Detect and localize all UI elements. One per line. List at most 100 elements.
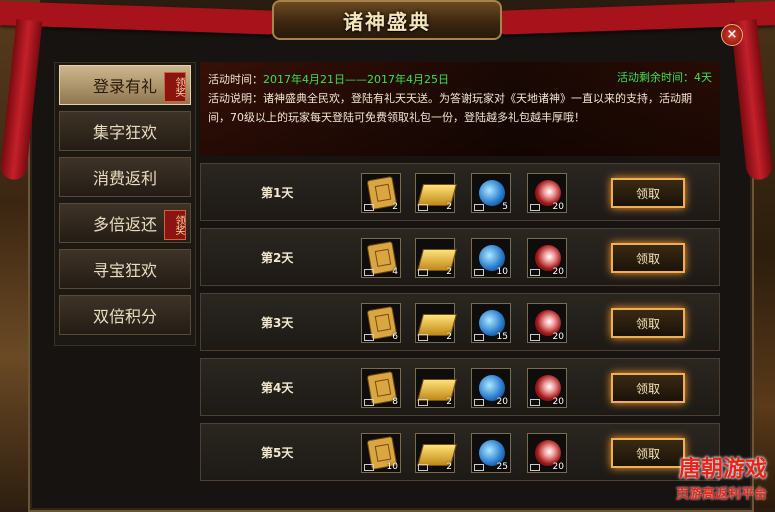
tab-label: 集字狂欢 — [92, 123, 157, 142]
watermark-line1: 唐朝游戏 — [678, 457, 767, 482]
item-slot[interactable]: 5 — [471, 173, 511, 213]
tab-label: 登录有礼 — [92, 77, 157, 96]
item-slot[interactable]: 6 — [361, 303, 401, 343]
item-count: 2 — [446, 397, 452, 407]
item-count: 5 — [502, 202, 508, 212]
reward-row: 第3天 6 2 15 20 领取 — [200, 293, 720, 351]
item-count: 15 — [496, 332, 508, 342]
tab-label: 消费返利 — [92, 169, 157, 188]
item-count: 20 — [552, 462, 564, 472]
day-label: 第5天 — [261, 446, 294, 460]
reward-row: 第5天 10 2 25 20 领取 — [200, 423, 720, 481]
event-banner: 活动时间：2017年4月21日——2017年4月25日 活动剩余时间：4天 活动… — [200, 62, 720, 156]
sidebar: 登录有礼 领奖 集字狂欢 消费返利 多倍返还 领奖 寻宝狂欢 双倍积分 — [54, 62, 196, 346]
event-desc-text: 诸神盛典全民欢，登陆有礼天天送。为答谢玩家对《天地诸神》一直以来的支持，活动期间… — [208, 92, 692, 124]
bind-icon — [364, 204, 374, 211]
bind-icon — [530, 464, 540, 471]
item-slot[interactable]: 20 — [527, 303, 567, 343]
bind-icon — [418, 204, 428, 211]
claim-button[interactable]: 领取 — [611, 178, 685, 208]
item-slot[interactable]: 8 — [361, 368, 401, 408]
item-count: 4 — [392, 267, 398, 277]
reward-row: 第2天 4 2 10 20 领取 — [200, 228, 720, 286]
bind-icon — [530, 269, 540, 276]
bind-icon — [364, 464, 374, 471]
claim-button[interactable]: 领取 — [611, 373, 685, 403]
reward-badge: 领奖 — [164, 210, 186, 240]
tab-spend-rebate[interactable]: 消费返利 — [59, 157, 191, 197]
tab-collect-words[interactable]: 集字狂欢 — [59, 111, 191, 151]
item-slot[interactable]: 10 — [471, 238, 511, 278]
item-count: 20 — [496, 397, 508, 407]
item-slot[interactable]: 2 — [415, 368, 457, 408]
bind-icon — [474, 334, 484, 341]
reward-badge: 领奖 — [164, 72, 186, 102]
title-plate: 诸神盛典 — [272, 0, 502, 40]
item-slot[interactable]: 20 — [527, 433, 567, 473]
item-count: 2 — [446, 267, 452, 277]
item-slot[interactable]: 15 — [471, 303, 511, 343]
day-label: 第2天 — [261, 251, 294, 265]
tab-login-gift[interactable]: 登录有礼 领奖 — [59, 65, 191, 105]
bind-icon — [474, 269, 484, 276]
reward-row: 第4天 8 2 20 20 领取 — [200, 358, 720, 416]
bind-icon — [418, 334, 428, 341]
event-time-label: 活动时间： — [208, 73, 263, 86]
item-slot[interactable]: 2 — [361, 173, 401, 213]
bind-icon — [418, 399, 428, 406]
item-slot[interactable]: 20 — [527, 238, 567, 278]
item-count: 6 — [392, 332, 398, 342]
item-count: 20 — [552, 397, 564, 407]
item-count: 20 — [552, 332, 564, 342]
item-count: 25 — [496, 462, 508, 472]
bind-icon — [364, 399, 374, 406]
item-count: 2 — [446, 462, 452, 472]
item-count: 10 — [386, 462, 398, 472]
tab-label: 双倍积分 — [92, 307, 157, 326]
event-time-value: 2017年4月21日——2017年4月25日 — [263, 73, 449, 86]
bind-icon — [530, 334, 540, 341]
bind-icon — [474, 464, 484, 471]
reward-row: 第1天 2 2 5 20 领取 — [200, 163, 720, 221]
item-slot[interactable]: 20 — [527, 368, 567, 408]
item-slot[interactable]: 2 — [415, 433, 457, 473]
bind-icon — [364, 334, 374, 341]
close-button[interactable]: × — [721, 24, 743, 46]
bind-icon — [364, 269, 374, 276]
item-count: 2 — [392, 202, 398, 212]
tab-treasure-hunt[interactable]: 寻宝狂欢 — [59, 249, 191, 289]
event-desc-label: 活动说明： — [208, 92, 263, 105]
claim-button[interactable]: 领取 — [611, 308, 685, 338]
item-slot[interactable]: 2 — [415, 303, 457, 343]
watermark-line2: 页游高返利平台 — [675, 487, 767, 502]
bind-icon — [530, 399, 540, 406]
bind-icon — [418, 269, 428, 276]
item-count: 2 — [446, 332, 452, 342]
claim-button[interactable]: 领取 — [611, 243, 685, 273]
bind-icon — [530, 204, 540, 211]
item-count: 10 — [496, 267, 508, 277]
event-remaining: 活动剩余时间：4天 — [617, 71, 712, 84]
item-slot[interactable]: 20 — [471, 368, 511, 408]
claim-button[interactable]: 领取 — [611, 438, 685, 468]
item-count: 20 — [552, 202, 564, 212]
bind-icon — [474, 204, 484, 211]
item-count: 20 — [552, 267, 564, 277]
item-slot[interactable]: 4 — [361, 238, 401, 278]
item-slot[interactable]: 25 — [471, 433, 511, 473]
item-count: 2 — [446, 202, 452, 212]
day-label: 第4天 — [261, 381, 294, 395]
item-slot[interactable]: 20 — [527, 173, 567, 213]
item-slot[interactable]: 2 — [415, 173, 457, 213]
tab-multi-return[interactable]: 多倍返还 领奖 — [59, 203, 191, 243]
watermark: 唐朝游戏 页游高返利平台 — [676, 451, 767, 502]
tab-double-points[interactable]: 双倍积分 — [59, 295, 191, 335]
tab-label: 多倍返还 — [92, 215, 157, 234]
bind-icon — [474, 399, 484, 406]
item-slot[interactable]: 2 — [415, 238, 457, 278]
day-label: 第1天 — [261, 186, 294, 200]
item-slot[interactable]: 10 — [361, 433, 401, 473]
event-description: 活动说明：诸神盛典全民欢，登陆有礼天天送。为答谢玩家对《天地诸神》一直以来的支持… — [208, 89, 712, 127]
window-title: 诸神盛典 — [343, 9, 431, 34]
bind-icon — [418, 464, 428, 471]
